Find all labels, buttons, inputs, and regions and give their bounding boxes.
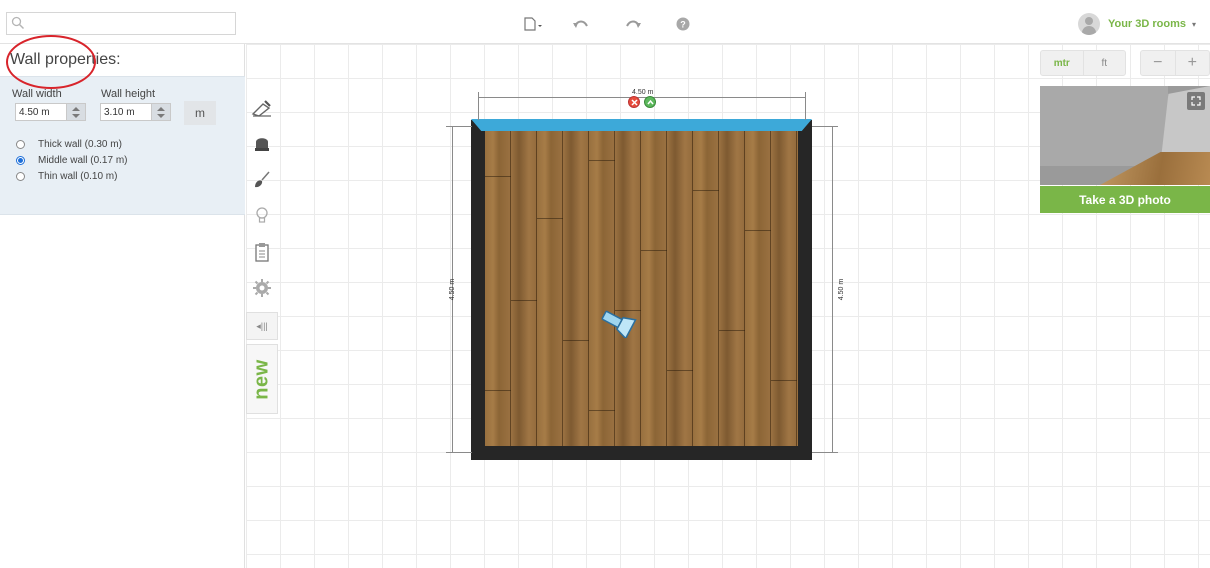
settings-icon <box>253 279 271 297</box>
furniture-icon <box>255 138 269 151</box>
unit-toggle: mtr ft <box>1040 50 1126 76</box>
right-dimension-line <box>832 126 833 453</box>
unit-label: m <box>184 101 216 125</box>
take-3d-photo-button[interactable]: Take a 3D photo <box>1040 186 1210 213</box>
3d-preview[interactable] <box>1040 86 1210 185</box>
panel-title: Wall properties: <box>10 51 121 68</box>
wall-width-spin-arrows[interactable] <box>67 103 86 121</box>
wall-height-stepper[interactable] <box>100 103 171 121</box>
middle-wall-option[interactable]: Middle wall (0.17 m) <box>16 153 127 167</box>
collapse-panel-button[interactable]: ◂||| <box>246 312 278 340</box>
thick-wall-radio[interactable] <box>16 139 25 149</box>
tool-list[interactable] <box>246 234 278 270</box>
wall-properties-form: Wall width Wall height m Thick wall (0.3… <box>0 76 245 215</box>
help-icon: ? <box>676 17 690 31</box>
search-icon <box>11 16 25 30</box>
new-document-icon <box>524 17 542 31</box>
selected-wall[interactable] <box>471 119 812 131</box>
middle-wall-radio[interactable] <box>16 155 25 165</box>
close-icon <box>630 98 638 106</box>
top-dimension-tick-right <box>805 92 806 120</box>
wall-confirm-button[interactable] <box>644 96 656 108</box>
new-features-tab[interactable]: new <box>246 344 278 414</box>
new-label: new <box>250 358 273 400</box>
top-dimension-line <box>478 97 806 98</box>
svg-text:?: ? <box>680 20 686 30</box>
right-dimension-tick-top <box>812 126 838 127</box>
wood-floor[interactable] <box>485 130 798 446</box>
camera-icon[interactable] <box>598 308 638 338</box>
clipboard-icon <box>255 243 269 262</box>
middle-wall-label: Middle wall (0.17 m) <box>38 154 128 166</box>
wall-width-input[interactable] <box>15 103 67 121</box>
wall-width-stepper[interactable] <box>15 103 86 121</box>
app: 4.50 m 4.50 m 4.50 m ? Your 3D rooms ▾ W… <box>0 0 1210 568</box>
search-box[interactable] <box>6 12 236 35</box>
tool-walls[interactable] <box>246 90 278 126</box>
user-menu[interactable]: Your 3D rooms ▾ <box>1077 13 1196 35</box>
zoom-controls: − + <box>1140 50 1210 76</box>
top-dimension-label: 4.50 m <box>632 89 654 96</box>
wall-height-spin-arrows[interactable] <box>152 103 171 121</box>
right-dimension-label: 4.50 m <box>838 278 846 301</box>
left-dimension-tick-top <box>446 126 472 127</box>
expand-preview-button[interactable] <box>1187 92 1205 110</box>
wall-height-label: Wall height <box>101 88 156 100</box>
left-dimension-tick-bottom <box>446 452 472 453</box>
avatar <box>1077 13 1100 35</box>
tool-furniture[interactable] <box>246 126 278 162</box>
zoom-out-button[interactable]: − <box>1141 51 1175 75</box>
tool-sidebar: ◂||| new <box>246 86 278 416</box>
unit-feet-button[interactable]: ft <box>1082 51 1126 75</box>
fullscreen-icon <box>1191 96 1201 106</box>
zoom-in-button[interactable]: + <box>1174 51 1210 75</box>
right-dimension-tick-bottom <box>812 452 838 453</box>
chevron-up-icon <box>646 99 654 104</box>
collapse-icon: ◂||| <box>256 320 268 331</box>
room[interactable] <box>471 120 812 460</box>
undo-icon <box>573 20 588 28</box>
wall-properties-panel: Wall properties: Wall width Wall height … <box>0 44 245 568</box>
paint-brush-icon <box>255 171 270 188</box>
preview-back-wall <box>1040 86 1168 166</box>
thick-wall-label: Thick wall (0.30 m) <box>38 138 122 150</box>
wall-delete-button[interactable] <box>628 96 640 108</box>
search-input[interactable] <box>31 15 231 32</box>
user-menu-label: Your 3D rooms <box>1107 18 1186 30</box>
top-toolbar: ? Your 3D rooms ▾ <box>0 0 1210 44</box>
wall-width-label: Wall width <box>12 88 62 100</box>
new-project-button[interactable] <box>522 16 544 32</box>
undo-button[interactable] <box>570 16 592 32</box>
tool-settings[interactable] <box>246 270 278 306</box>
unit-meters-button[interactable]: mtr <box>1041 51 1083 75</box>
thin-wall-radio[interactable] <box>16 171 25 181</box>
redo-icon <box>626 20 641 28</box>
tool-lights[interactable] <box>246 198 278 234</box>
thin-wall-label: Thin wall (0.10 m) <box>38 170 118 182</box>
thin-wall-option[interactable]: Thin wall (0.10 m) <box>16 169 117 183</box>
thick-wall-option[interactable]: Thick wall (0.30 m) <box>16 137 122 151</box>
wall-draw-icon <box>251 100 271 117</box>
left-dimension-label: 4.50 m <box>449 278 457 301</box>
wall-height-input[interactable] <box>100 103 152 121</box>
chevron-down-icon: ▾ <box>1191 19 1196 29</box>
tool-paint[interactable] <box>246 162 278 198</box>
top-dimension-tick-left <box>478 92 479 120</box>
redo-button[interactable] <box>622 16 644 32</box>
lightbulb-icon <box>256 207 268 223</box>
help-button[interactable]: ? <box>672 16 694 32</box>
